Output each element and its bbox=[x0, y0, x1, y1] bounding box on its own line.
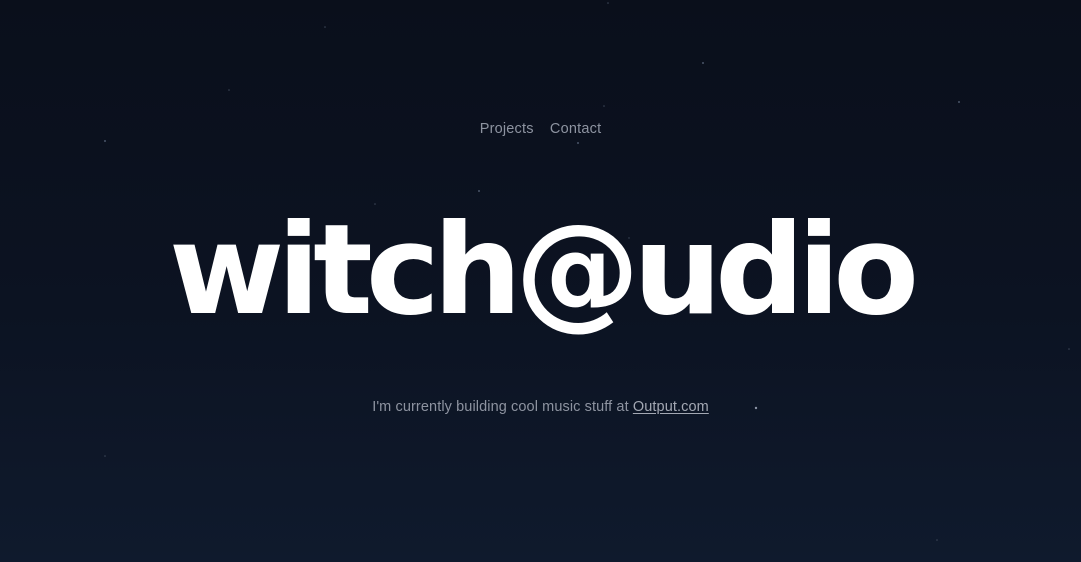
nav-link-contact[interactable]: Contact bbox=[550, 121, 601, 137]
nav-link-projects[interactable]: Projects bbox=[480, 121, 534, 137]
output-link[interactable]: Output.com bbox=[633, 399, 709, 415]
site-title: witch@udio bbox=[168, 198, 919, 343]
tagline: I'm currently building cool music stuff … bbox=[0, 399, 1081, 415]
tagline-text: I'm currently building cool music stuff … bbox=[372, 399, 629, 415]
top-nav: Projects Contact bbox=[0, 121, 1081, 137]
